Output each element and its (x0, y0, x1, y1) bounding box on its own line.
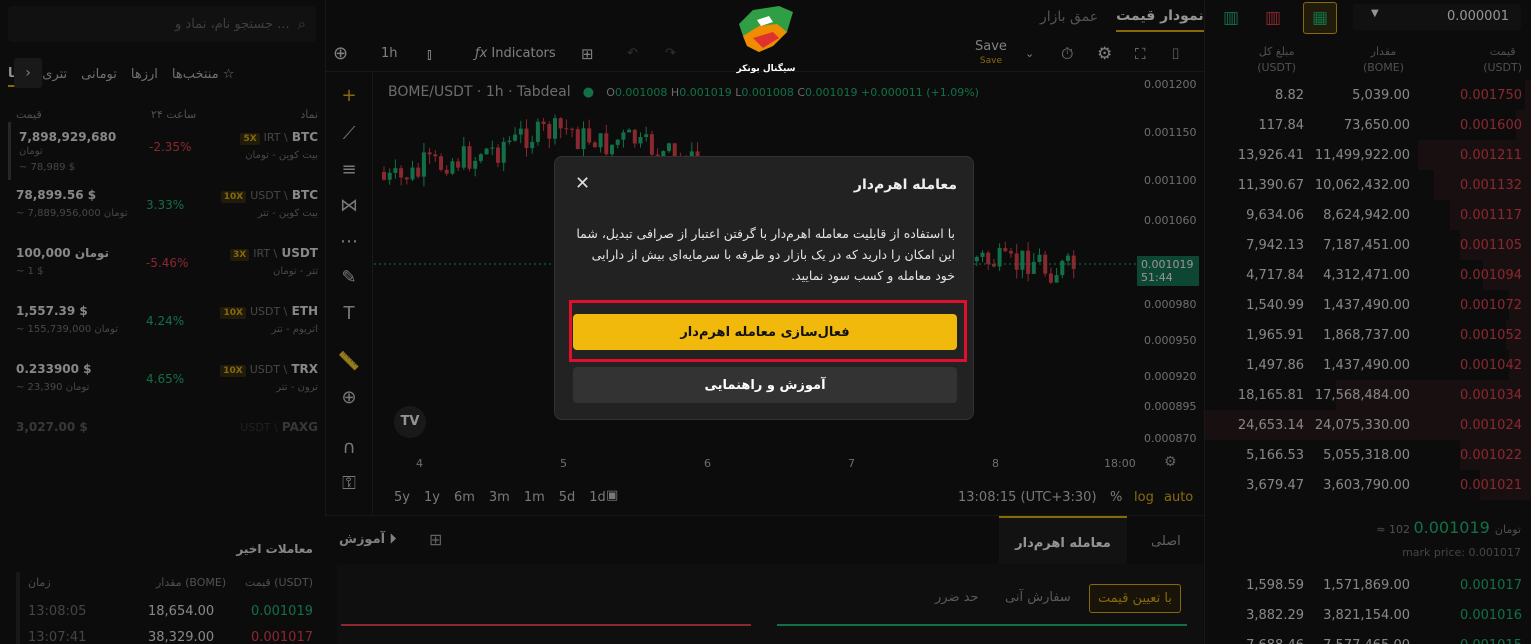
modal-description: با استفاده از قابلیت معامله اهرم‌دار با … (576, 226, 955, 283)
close-icon[interactable]: ✕ (575, 173, 590, 194)
activate-leverage-button[interactable]: فعال‌سازی معامله اهرم‌دار (573, 314, 957, 350)
modal-title: معامله اهرم‌دار (853, 177, 957, 193)
leverage-modal: معامله اهرم‌دار ✕ با استفاده از قابلیت م… (554, 156, 974, 420)
logo-text: سیگنال بونکر (736, 64, 796, 74)
bull-logo-icon (739, 6, 793, 52)
watermark-logo: سیگنال بونکر (733, 2, 799, 74)
tutorial-button[interactable]: آموزش و راهنمایی (573, 367, 957, 403)
